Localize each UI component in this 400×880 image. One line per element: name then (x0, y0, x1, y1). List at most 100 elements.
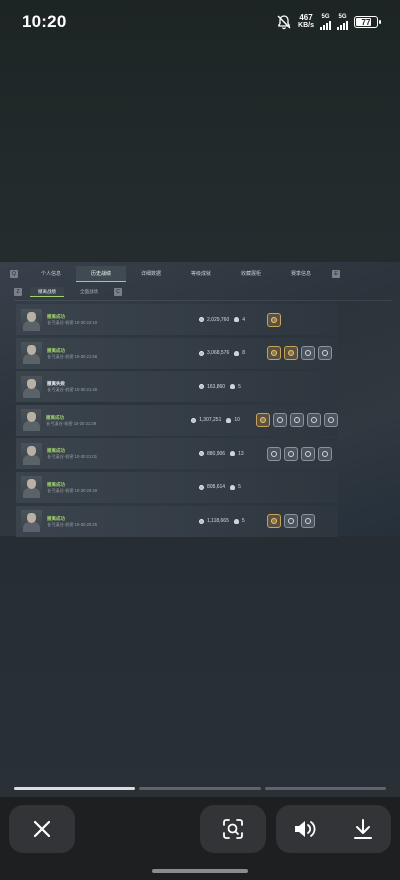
coin-icon (199, 350, 204, 356)
match-stats: 808,614 5 (199, 484, 267, 490)
game-tab[interactable]: 赛季信息 (276, 266, 326, 282)
match-row[interactable]: 撤离成功 长弓溪谷·机密 10-30 21:29 1,307,251 10 (16, 404, 338, 436)
match-row[interactable]: 撤离成功 长弓溪谷·机密 10-30 20:49 808,614 5 (16, 471, 338, 503)
match-kills: 13 (238, 450, 244, 457)
prev-subtab-button[interactable]: Z (14, 287, 22, 296)
match-value: 163,860 (207, 383, 226, 390)
bell-muted-icon (277, 15, 291, 30)
signal-bars-icon (320, 21, 331, 30)
match-stats: 880,906 13 (199, 451, 267, 457)
match-info: 撤离成功 长弓溪谷·机密 10-30 20:49 (47, 481, 197, 494)
match-history-list: 撤离成功 长弓溪谷·机密 10-30 22:10 2,029,760 4 撤离成功 长弓溪… (16, 304, 338, 539)
signal-sim2: 5G (337, 14, 348, 30)
medal-icon (301, 514, 315, 529)
operator-avatar (21, 442, 42, 465)
match-info: 撤离成功 长弓溪谷·机密 10-30 20:25 (47, 515, 197, 528)
medal-icon (318, 446, 332, 461)
coin-icon (199, 484, 204, 490)
match-row[interactable]: 撤离成功 长弓溪谷·机密 10-30 20:25 1,118,665 5 (16, 505, 338, 537)
skull-icon (230, 384, 236, 390)
medal-icon (284, 346, 298, 361)
media-controls (276, 805, 391, 853)
download-icon[interactable] (352, 818, 374, 840)
coin-icon (199, 518, 204, 524)
skull-icon (234, 317, 240, 322)
achievement-badges (267, 312, 281, 327)
medal-icon (290, 413, 304, 428)
signal-sim1: 5G (320, 14, 331, 30)
medal-icon (267, 312, 281, 327)
game-tab[interactable]: 等级成就 (176, 266, 226, 282)
game-tab-bar: Q 个人信息 历史战绩 详细数据 等级成就 收藏展柜 赛季信息 E (10, 266, 392, 282)
signal-sim1-label: 5G (321, 14, 330, 20)
next-tab-button[interactable]: E (332, 270, 340, 278)
subtab-battlefield[interactable]: 全面战场 (72, 287, 106, 297)
coin-icon (199, 384, 204, 390)
divider (14, 300, 392, 301)
signal-sim2-label: 5G (338, 14, 347, 20)
match-value: 1,307,251 (199, 417, 222, 424)
match-value: 2,029,760 (207, 316, 230, 323)
medal-icon (324, 413, 338, 428)
operator-avatar (21, 308, 42, 331)
progress-segment (139, 787, 261, 790)
game-tab[interactable]: 历史战绩 (76, 266, 126, 282)
prev-tab-button[interactable]: Q (10, 270, 18, 278)
match-row[interactable]: 撤离成功 长弓溪谷·机密 10-30 22:10 2,029,760 4 (16, 304, 338, 335)
match-value: 808,614 (207, 484, 226, 491)
medal-icon (284, 514, 298, 529)
operator-avatar (21, 476, 42, 499)
match-info: 撤离失败 长弓溪谷·机密 10-30 21:46 (47, 380, 197, 393)
match-value: 3,068,576 (207, 350, 230, 357)
match-value: 880,906 (207, 450, 226, 457)
skull-icon (234, 350, 240, 356)
network-speed-unit: KB/s (298, 22, 314, 29)
skull-icon (233, 518, 239, 524)
lens-search-button[interactable] (200, 805, 266, 853)
volume-icon[interactable] (293, 819, 317, 839)
home-indicator[interactable] (152, 869, 248, 873)
coin-icon (191, 417, 197, 423)
medal-icon (267, 346, 281, 361)
match-kills: 5 (241, 518, 245, 525)
match-detail: 长弓溪谷·机密 10-30 20:49 (47, 487, 98, 493)
achievement-badges (256, 413, 338, 428)
match-status: 撤离成功 (47, 314, 65, 319)
achievement-badges (267, 346, 332, 361)
match-stats: 3,068,576 8 (199, 350, 267, 356)
signal-bars-icon (337, 21, 348, 30)
match-status: 撤离成功 (46, 414, 65, 420)
game-tab[interactable]: 个人信息 (26, 266, 76, 282)
skull-icon (230, 484, 236, 490)
match-status: 撤离成功 (47, 347, 65, 353)
game-screenshot: Q 个人信息 历史战绩 详细数据 等级成就 收藏展柜 赛季信息 E Z 撤离战绩 全面战场… (0, 262, 400, 539)
match-row[interactable]: 撤离成功 长弓溪谷·机密 10-30 21:01 880,906 13 (16, 438, 338, 470)
progress-segment (14, 787, 136, 790)
next-subtab-button[interactable]: C (114, 287, 122, 296)
battery-icon: 77 (354, 16, 381, 28)
match-kills: 10 (234, 417, 240, 424)
match-row[interactable]: 撤离成功 长弓溪谷·机密 10-30 21:56 3,068,576 8 (16, 337, 338, 369)
coin-icon (199, 317, 204, 322)
medal-icon (273, 413, 287, 428)
game-tab[interactable]: 收藏展柜 (226, 266, 276, 282)
match-row[interactable]: 撤离失败 长弓溪谷·机密 10-30 21:46 163,860 5 (16, 371, 338, 403)
progress-segment (264, 787, 386, 790)
medal-icon (284, 446, 298, 461)
match-kills: 8 (242, 350, 246, 357)
match-info: 撤离成功 长弓溪谷·机密 10-30 21:01 (47, 447, 197, 460)
close-button[interactable] (9, 805, 75, 853)
close-icon (33, 820, 51, 838)
clock: 10:20 (22, 12, 67, 31)
achievement-badges (267, 514, 315, 529)
subtab-extraction[interactable]: 撤离战绩 (30, 286, 64, 297)
match-detail: 长弓溪谷·机密 10-30 21:46 (47, 387, 98, 393)
lens-search-icon (223, 819, 243, 839)
network-speed: 467 KB/s (298, 14, 314, 30)
match-stats: 1,307,251 10 (191, 417, 256, 423)
skull-icon (226, 417, 232, 423)
match-detail: 长弓溪谷·机密 10-30 21:01 (47, 454, 98, 460)
game-tab[interactable]: 详细数据 (126, 266, 176, 282)
match-info: 撤离成功 长弓溪谷·机密 10-30 21:56 (47, 347, 197, 360)
bottom-toolbar (0, 797, 400, 880)
